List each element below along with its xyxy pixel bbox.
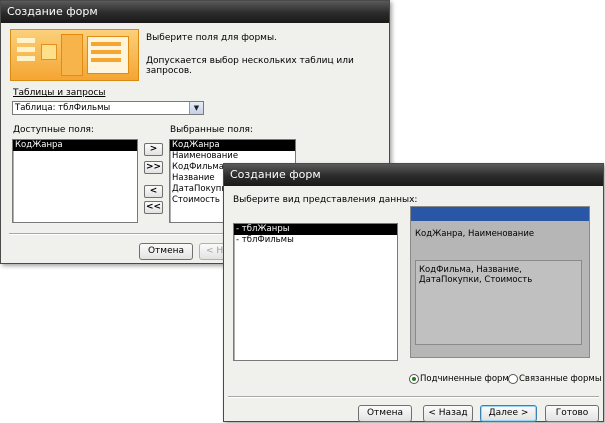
list-item[interactable]: - тблФильмы bbox=[234, 235, 397, 246]
list-item[interactable]: КодЖанра bbox=[170, 140, 295, 151]
subform-radio[interactable] bbox=[409, 374, 419, 384]
front-divider bbox=[228, 396, 599, 398]
linked-radio[interactable] bbox=[508, 374, 518, 384]
preview-header bbox=[411, 207, 589, 221]
available-fields-list[interactable]: КодЖанра bbox=[12, 139, 138, 223]
front-back-button[interactable]: < Назад bbox=[423, 405, 473, 422]
list-item[interactable]: КодЖанра bbox=[13, 140, 137, 151]
front-window-title: Создание форм bbox=[224, 164, 603, 186]
selected-label: Выбранные поля: bbox=[170, 125, 253, 135]
remove-all-button[interactable]: << bbox=[144, 201, 163, 214]
remove-one-button[interactable]: < bbox=[144, 185, 163, 198]
back-window-title: Создание форм bbox=[1, 1, 389, 23]
list-item[interactable]: Наименование bbox=[170, 151, 295, 162]
finish-button[interactable]: Готово bbox=[545, 405, 599, 422]
tables-dropdown-value: Таблица: тблФильмы bbox=[15, 103, 111, 113]
back-note: Допускается выбор нескольких таблиц или … bbox=[146, 56, 354, 76]
preview-subform: КодФильма, Название, ДатаПокупки, Стоимо… bbox=[415, 260, 582, 345]
front-wizard-window: Создание форм Выберите вид представления… bbox=[223, 163, 604, 422]
move-all-button[interactable]: >> bbox=[144, 161, 163, 174]
available-label: Доступные поля: bbox=[13, 125, 94, 135]
preview-subform-fields: КодФильма, Название, ДатаПокупки, Стоимо… bbox=[419, 265, 533, 285]
move-one-button[interactable]: > bbox=[144, 143, 163, 156]
view-list[interactable]: - тблЖанры - тблФильмы bbox=[233, 223, 398, 361]
front-prompt: Выберите вид представления данных: bbox=[233, 195, 418, 205]
wizard-banner-icon bbox=[10, 29, 139, 81]
chevron-down-icon[interactable]: ▼ bbox=[189, 102, 203, 114]
front-cancel-button[interactable]: Отмена bbox=[358, 405, 412, 422]
next-button[interactable]: Далее > bbox=[480, 405, 537, 422]
tables-label: Таблицы и запросы bbox=[13, 88, 106, 98]
list-item[interactable]: - тблЖанры bbox=[234, 224, 397, 235]
tables-dropdown[interactable]: Таблица: тблФильмы ▼ bbox=[12, 101, 204, 115]
linked-radio-label[interactable]: Связанные формы bbox=[519, 374, 602, 384]
back-prompt: Выберите поля для формы. bbox=[146, 33, 277, 43]
preview-main-fields: КодЖанра, Наименование bbox=[415, 229, 535, 239]
form-preview: КодЖанра, Наименование КодФильма, Назван… bbox=[410, 206, 590, 358]
subform-radio-label[interactable]: Подчиненные формы bbox=[420, 374, 516, 384]
back-cancel-button[interactable]: Отмена bbox=[139, 243, 193, 260]
